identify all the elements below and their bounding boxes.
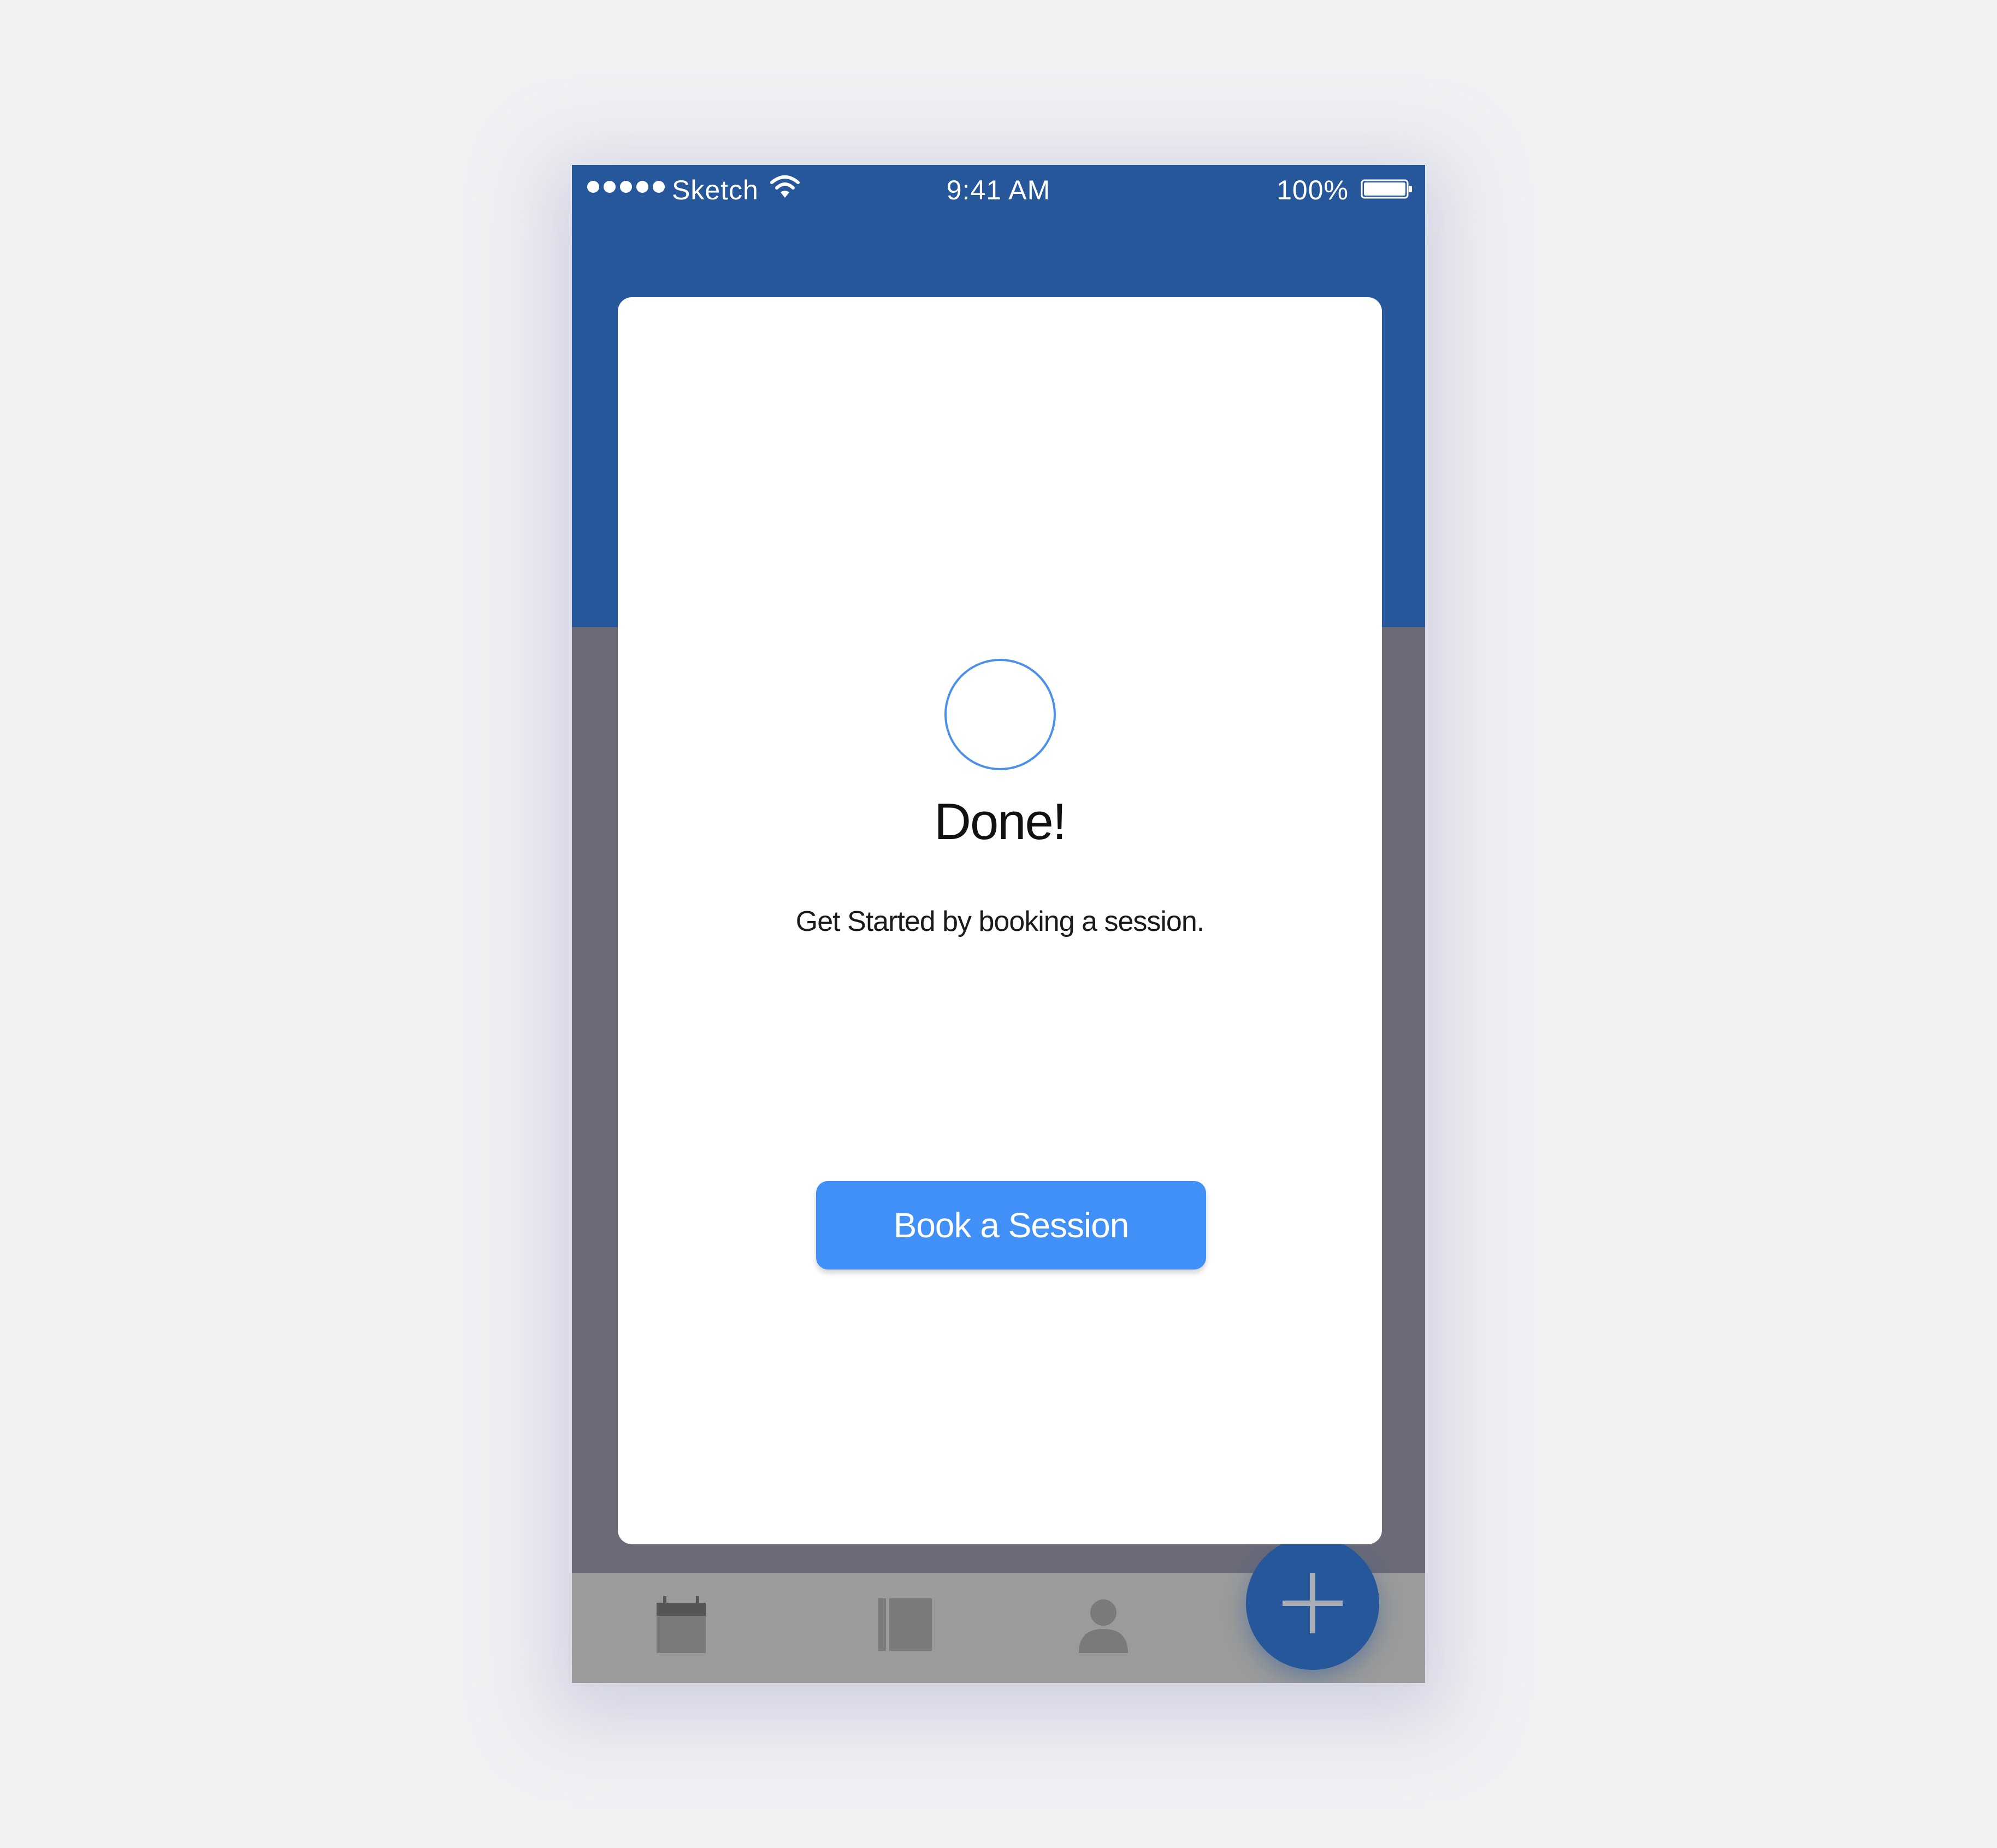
success-circle-icon — [944, 659, 1056, 770]
tab-calendar[interactable] — [651, 1595, 711, 1655]
confirmation-title: Done! — [934, 793, 1067, 850]
book-icon — [878, 1598, 932, 1651]
phone-screen: Sketch 9:41 AM 100% Done! Get Started by… — [572, 165, 1425, 1683]
calendar-icon — [657, 1596, 706, 1653]
battery-icon — [1361, 179, 1412, 199]
tab-library[interactable] — [875, 1595, 935, 1655]
confirmation-message: Get Started by booking a session. — [795, 906, 1204, 937]
tab-profile[interactable] — [1073, 1595, 1133, 1655]
status-bar: Sketch 9:41 AM 100% — [572, 165, 1425, 217]
add-button[interactable] — [1246, 1537, 1379, 1670]
book-session-button[interactable]: Book a Session — [816, 1181, 1206, 1270]
confirmation-card: Done! Get Started by booking a session. … — [618, 297, 1382, 1544]
plus-icon — [1283, 1573, 1343, 1633]
profile-icon — [1079, 1599, 1128, 1653]
battery-percent: 100% — [1277, 175, 1349, 205]
